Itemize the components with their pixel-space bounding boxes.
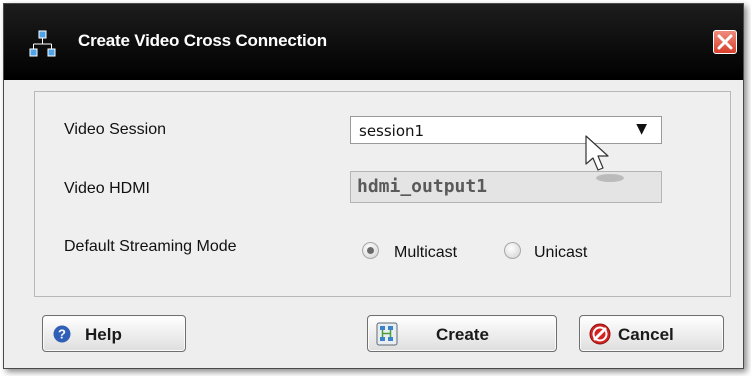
close-button[interactable] <box>713 30 737 54</box>
radio-selected-dot <box>367 247 374 254</box>
mouse-pointer-icon <box>585 135 624 182</box>
help-button[interactable]: ? Help <box>42 315 186 352</box>
cancel-button-label: Cancel <box>618 325 674 344</box>
video-session-value: session1 <box>359 122 425 140</box>
streaming-mode-label: Default Streaming Mode <box>64 238 237 255</box>
video-hdmi-label: Video HDMI <box>64 180 150 197</box>
create-button-label: Create <box>436 325 489 344</box>
create-button[interactable]: Create <box>367 315 557 352</box>
video-session-label: Video Session <box>64 121 166 138</box>
unicast-radio[interactable] <box>504 242 521 259</box>
dialog-title: Create Video Cross Connection <box>78 31 327 50</box>
network-icon <box>29 30 56 57</box>
svg-text:?: ? <box>58 327 66 342</box>
video-hdmi-value: hdmi_output1 <box>357 176 488 197</box>
multicast-label[interactable]: Multicast <box>394 244 457 262</box>
create-video-cross-connection-dialog: Create Video Cross Connection Video Sess… <box>3 3 744 369</box>
multicast-radio[interactable] <box>362 242 379 259</box>
help-button-label: Help <box>85 325 122 344</box>
dropdown-arrow-icon[interactable]: ▼ <box>636 121 647 137</box>
close-icon <box>717 34 733 50</box>
cancel-icon <box>589 323 611 345</box>
unicast-label[interactable]: Unicast <box>534 244 587 262</box>
help-icon: ? <box>53 325 71 343</box>
cancel-button[interactable]: Cancel <box>579 315 724 352</box>
create-icon <box>376 322 398 346</box>
dialog-titlebar[interactable]: Create Video Cross Connection <box>4 4 743 80</box>
